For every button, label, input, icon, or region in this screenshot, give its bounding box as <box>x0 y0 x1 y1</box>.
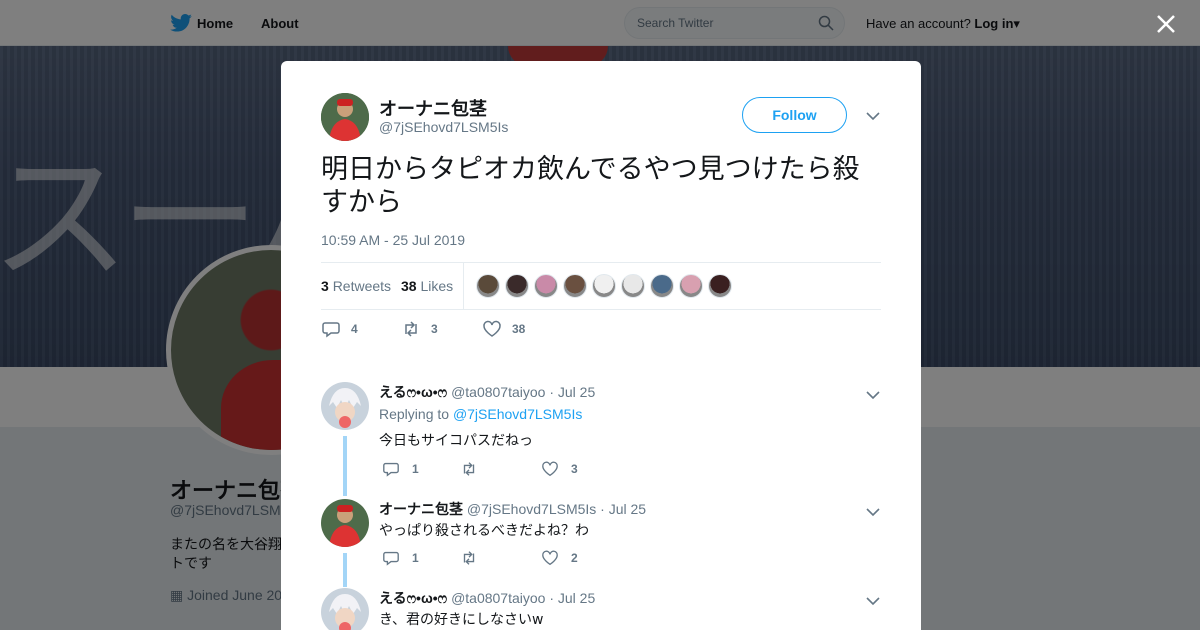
liker-avatar[interactable] <box>708 274 732 298</box>
liker-avatar[interactable] <box>679 274 703 298</box>
replying-to: Replying to @7jSEhovd7LSM5Is <box>379 406 583 422</box>
tweet-timestamp[interactable]: 10:59 AM - 25 Jul 2019 <box>321 232 465 248</box>
close-icon[interactable] <box>1155 13 1177 35</box>
retweet-action[interactable]: 3 <box>401 319 438 339</box>
reply-date[interactable]: · Jul 25 <box>549 590 595 606</box>
liker-avatar[interactable] <box>505 274 529 298</box>
like-action[interactable]: 2 <box>541 549 578 567</box>
follow-button[interactable]: Follow <box>742 97 847 133</box>
reply-author-name[interactable]: えるෆ•ω•ෆ <box>379 384 447 400</box>
reply-text: き、君の好きにしなさいw <box>379 612 544 628</box>
retweet-icon <box>463 551 475 565</box>
reply-avatar[interactable] <box>321 499 369 547</box>
like-action[interactable]: 38 <box>482 319 525 339</box>
liker-avatar[interactable] <box>650 274 674 298</box>
reply-icon <box>322 322 340 338</box>
tweet-text: 明日からタピオカ飲んでるやつ見つけたら殺すから <box>321 154 860 218</box>
reply-date[interactable]: · Jul 25 <box>549 384 595 400</box>
reply-icon <box>383 462 399 477</box>
likes-stat[interactable]: 38 Likes <box>401 278 453 294</box>
retweet-icon <box>405 321 417 337</box>
reply-author-name[interactable]: えるෆ•ω•ෆ <box>379 590 447 606</box>
reply-action[interactable]: 4 <box>321 319 358 339</box>
reply-avatar[interactable] <box>321 382 369 430</box>
heart-icon <box>483 320 501 337</box>
like-action[interactable]: 3 <box>541 460 578 478</box>
retweet-icon <box>463 462 475 476</box>
retweets-stat[interactable]: 3 Retweets <box>321 278 391 294</box>
reply-author-handle[interactable]: @ta0807taiyoo <box>451 590 545 606</box>
reply-icon <box>383 551 399 566</box>
heart-icon <box>542 550 558 566</box>
reply-action[interactable]: 1 <box>382 549 419 567</box>
chevron-down-icon[interactable] <box>866 596 880 606</box>
reply-text: やっぱり殺されるべきだよね？わ <box>379 523 589 539</box>
heart-icon <box>542 461 558 477</box>
liker-avatar[interactable] <box>563 274 587 298</box>
reply-avatar[interactable] <box>321 588 369 630</box>
reply-header: オーナニ包茎 @7jSEhovd7LSM5Is · Jul 25 <box>379 499 646 519</box>
author-name[interactable]: オーナニ包茎 <box>379 95 487 121</box>
liker-avatar[interactable] <box>476 274 500 298</box>
author-avatar[interactable] <box>321 93 369 141</box>
reply-text: 今日もサイコパスだねっ <box>379 433 533 449</box>
reply-header: えるෆ•ω•ෆ @ta0807taiyoo · Jul 25 <box>379 382 595 402</box>
liker-avatar[interactable] <box>621 274 645 298</box>
reply-header: えるෆ•ω•ෆ @ta0807taiyoo · Jul 25 <box>379 588 595 608</box>
retweet-action[interactable] <box>460 460 478 478</box>
reply-author-handle[interactable]: @ta0807taiyoo <box>451 384 545 400</box>
reply-action[interactable]: 1 <box>382 460 419 478</box>
tweet-stats: 3 Retweets 38 Likes <box>321 262 881 310</box>
reply-author-name[interactable]: オーナニ包茎 <box>379 501 463 517</box>
replies-section: えるෆ•ω•ෆ @ta0807taiyoo · Jul 25 Replying … <box>281 366 921 630</box>
reply-author-handle[interactable]: @7jSEhovd7LSM5Is <box>467 501 596 517</box>
liker-avatar[interactable] <box>534 274 558 298</box>
liker-avatar[interactable] <box>592 274 616 298</box>
replying-to-link[interactable]: @7jSEhovd7LSM5Is <box>453 406 582 422</box>
reply-date[interactable]: · Jul 25 <box>600 501 646 517</box>
tweet-modal: オーナニ包茎 @7jSEhovd7LSM5Is Follow 明日からタピオカ飲… <box>281 61 921 630</box>
retweet-action[interactable] <box>460 549 478 567</box>
author-handle[interactable]: @7jSEhovd7LSM5Is <box>379 119 508 135</box>
chevron-down-icon[interactable] <box>866 111 880 121</box>
chevron-down-icon[interactable] <box>866 507 880 517</box>
chevron-down-icon[interactable] <box>866 390 880 400</box>
